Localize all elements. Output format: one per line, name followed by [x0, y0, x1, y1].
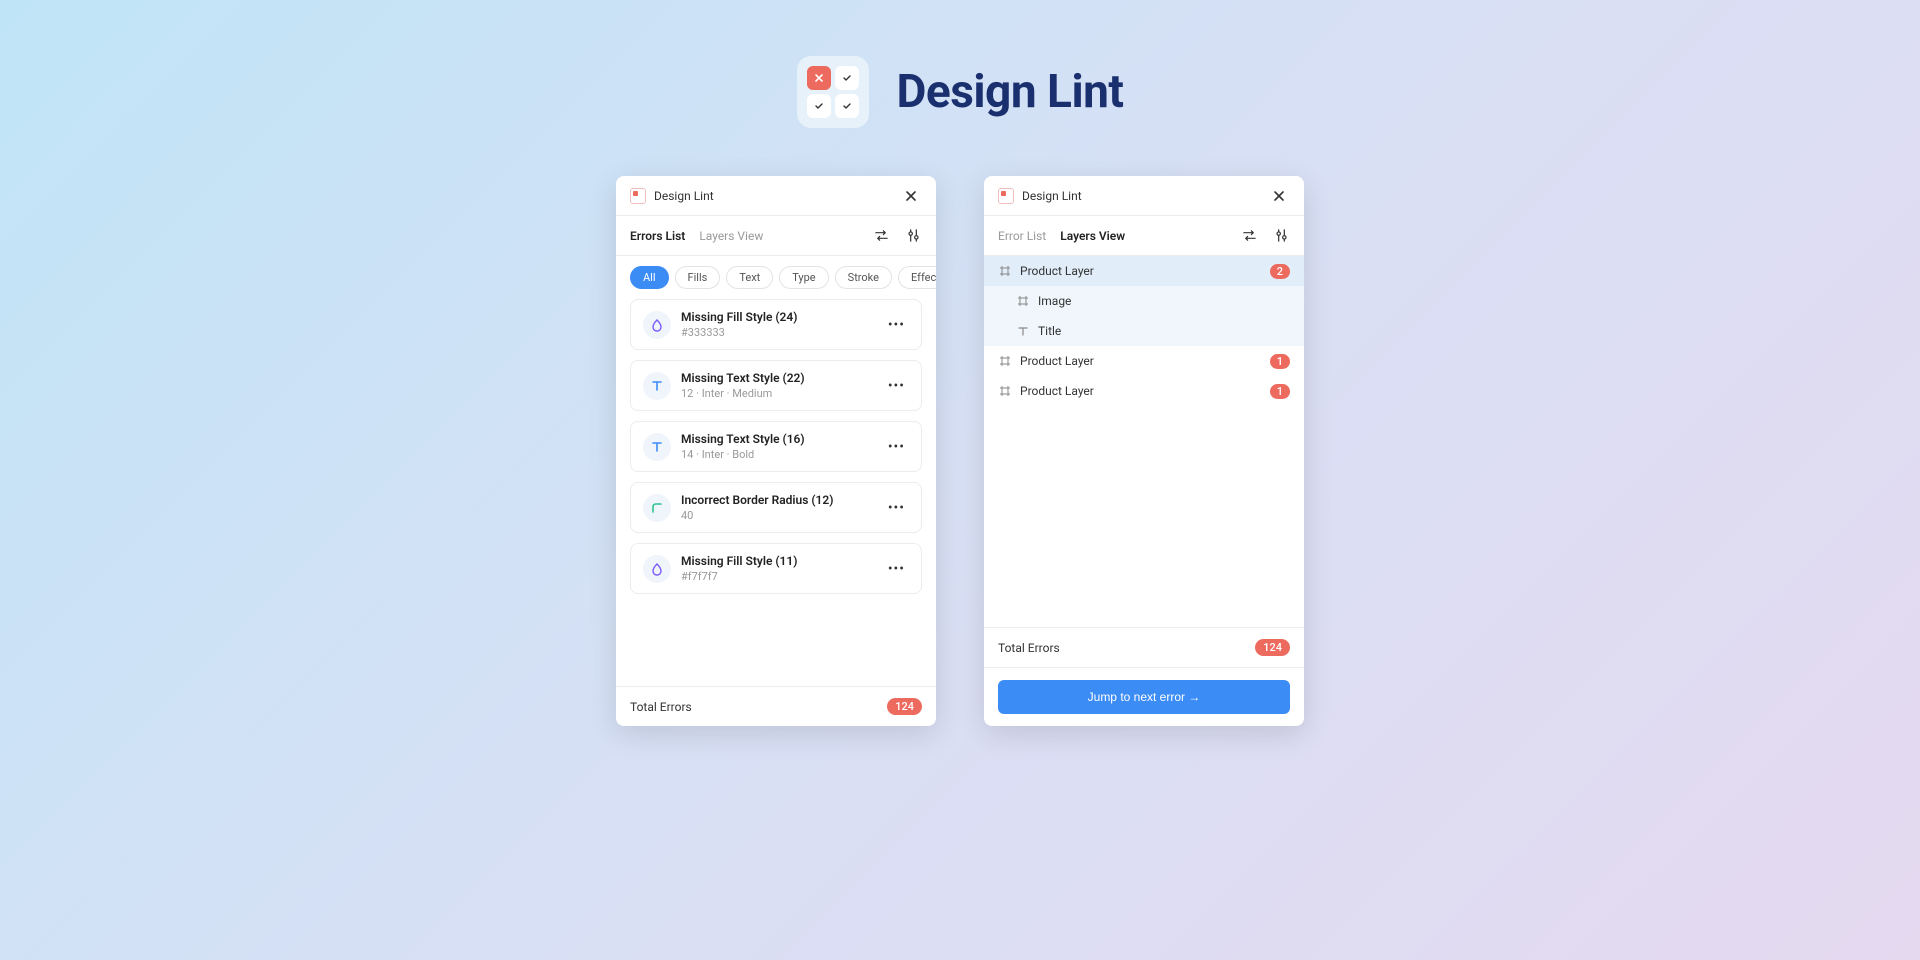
- layer-row[interactable]: Product Layer 2: [984, 256, 1304, 286]
- filter-fills[interactable]: Fills: [675, 266, 721, 289]
- tab-layers-view[interactable]: Layers View: [699, 229, 763, 243]
- footer-row: Total Errors 124: [984, 627, 1304, 667]
- layer-label: Product Layer: [1020, 264, 1094, 278]
- error-card[interactable]: Incorrect Border Radius (12) 40 •••: [630, 482, 922, 533]
- error-body: Missing Text Style (16) 14 · Inter · Bol…: [681, 432, 884, 461]
- fill-icon: [643, 311, 671, 339]
- refresh-icon[interactable]: [872, 227, 890, 245]
- error-title: Incorrect Border Radius (12): [681, 493, 884, 507]
- total-errors-badge: 124: [1255, 639, 1290, 656]
- error-title: Missing Text Style (16): [681, 432, 884, 446]
- error-subtitle: 14 · Inter · Bold: [681, 448, 884, 461]
- error-title: Missing Text Style (22): [681, 371, 884, 385]
- jump-area: Jump to next error →: [984, 667, 1304, 726]
- frame-icon: [1016, 295, 1030, 307]
- more-icon[interactable]: •••: [884, 496, 909, 520]
- error-subtitle: 12 · Inter · Medium: [681, 387, 884, 400]
- panel-header: Design Lint: [616, 176, 936, 216]
- panel-title: Design Lint: [1022, 189, 1268, 203]
- footer-label: Total Errors: [998, 641, 1060, 655]
- filter-all[interactable]: All: [630, 266, 669, 289]
- frame-icon: [998, 355, 1012, 367]
- tab-errors-list[interactable]: Errors List: [630, 229, 685, 243]
- plugin-icon: [630, 188, 646, 204]
- layer-error-badge: 2: [1270, 264, 1290, 279]
- frame-icon: [998, 265, 1012, 277]
- error-body: Incorrect Border Radius (12) 40: [681, 493, 884, 522]
- jump-next-error-button[interactable]: Jump to next error →: [998, 680, 1290, 714]
- layer-row[interactable]: Title: [984, 316, 1304, 346]
- check-icon: [835, 94, 859, 118]
- tab-error-list[interactable]: Error List: [998, 229, 1046, 243]
- error-subtitle: 40: [681, 509, 884, 522]
- tabs-row: Error List Layers View: [984, 216, 1304, 256]
- layer-label: Title: [1038, 324, 1061, 338]
- layer-row[interactable]: Image: [984, 286, 1304, 316]
- hero: Design Lint: [0, 0, 1920, 128]
- footer-row: Total Errors 124: [616, 686, 936, 726]
- filter-text[interactable]: Text: [726, 266, 773, 289]
- more-icon[interactable]: •••: [884, 374, 909, 398]
- more-icon[interactable]: •••: [884, 313, 909, 337]
- error-body: Missing Fill Style (11) #f7f7f7: [681, 554, 884, 583]
- check-icon: [835, 66, 859, 90]
- radius-icon: [643, 494, 671, 522]
- total-errors-badge: 124: [887, 698, 922, 715]
- text-icon: [643, 372, 671, 400]
- error-title: Missing Fill Style (11): [681, 554, 884, 568]
- text-icon: [643, 433, 671, 461]
- layer-label: Image: [1038, 294, 1071, 308]
- x-icon: [807, 66, 831, 90]
- layer-row[interactable]: Product Layer 1: [984, 376, 1304, 406]
- error-card[interactable]: Missing Fill Style (11) #f7f7f7 •••: [630, 543, 922, 594]
- panel-title: Design Lint: [654, 189, 900, 203]
- filters-row: All Fills Text Type Stroke Effects Sub P…: [616, 256, 936, 299]
- app-icon: [797, 56, 869, 128]
- check-icon: [807, 94, 831, 118]
- more-icon[interactable]: •••: [884, 557, 909, 581]
- settings-icon[interactable]: [904, 227, 922, 245]
- layer-error-badge: 1: [1270, 384, 1290, 399]
- close-icon[interactable]: [1268, 185, 1290, 207]
- layer-row[interactable]: Product Layer 1: [984, 346, 1304, 376]
- text-layer-icon: [1016, 325, 1030, 337]
- panel-errors: Design Lint Errors List Layers View All …: [616, 176, 936, 726]
- error-body: Missing Fill Style (24) #333333: [681, 310, 884, 339]
- refresh-icon[interactable]: [1240, 227, 1258, 245]
- error-subtitle: #333333: [681, 326, 884, 339]
- errors-list: Missing Fill Style (24) #333333 ••• Miss…: [616, 299, 936, 686]
- panel-layers: Design Lint Error List Layers View Produ…: [984, 176, 1304, 726]
- panel-header: Design Lint: [984, 176, 1304, 216]
- layer-label: Product Layer: [1020, 384, 1094, 398]
- tabs-row: Errors List Layers View: [616, 216, 936, 256]
- filter-effects[interactable]: Effects: [898, 266, 936, 289]
- hero-title: Design Lint: [897, 65, 1124, 119]
- layers-list: Product Layer 2 Image Title Pr: [984, 256, 1304, 627]
- layer-error-badge: 1: [1270, 354, 1290, 369]
- error-title: Missing Fill Style (24): [681, 310, 884, 324]
- error-card[interactable]: Missing Text Style (16) 14 · Inter · Bol…: [630, 421, 922, 472]
- fill-icon: [643, 555, 671, 583]
- close-icon[interactable]: [900, 185, 922, 207]
- tab-layers-view[interactable]: Layers View: [1060, 229, 1125, 243]
- footer-label: Total Errors: [630, 700, 692, 714]
- filter-stroke[interactable]: Stroke: [835, 266, 892, 289]
- error-body: Missing Text Style (22) 12 · Inter · Med…: [681, 371, 884, 400]
- error-card[interactable]: Missing Fill Style (24) #333333 •••: [630, 299, 922, 350]
- settings-icon[interactable]: [1272, 227, 1290, 245]
- error-card[interactable]: Missing Text Style (22) 12 · Inter · Med…: [630, 360, 922, 411]
- error-subtitle: #f7f7f7: [681, 570, 884, 583]
- layer-label: Product Layer: [1020, 354, 1094, 368]
- filter-type[interactable]: Type: [779, 266, 828, 289]
- more-icon[interactable]: •••: [884, 435, 909, 459]
- frame-icon: [998, 385, 1012, 397]
- plugin-icon: [998, 188, 1014, 204]
- panels-container: Design Lint Errors List Layers View All …: [0, 176, 1920, 726]
